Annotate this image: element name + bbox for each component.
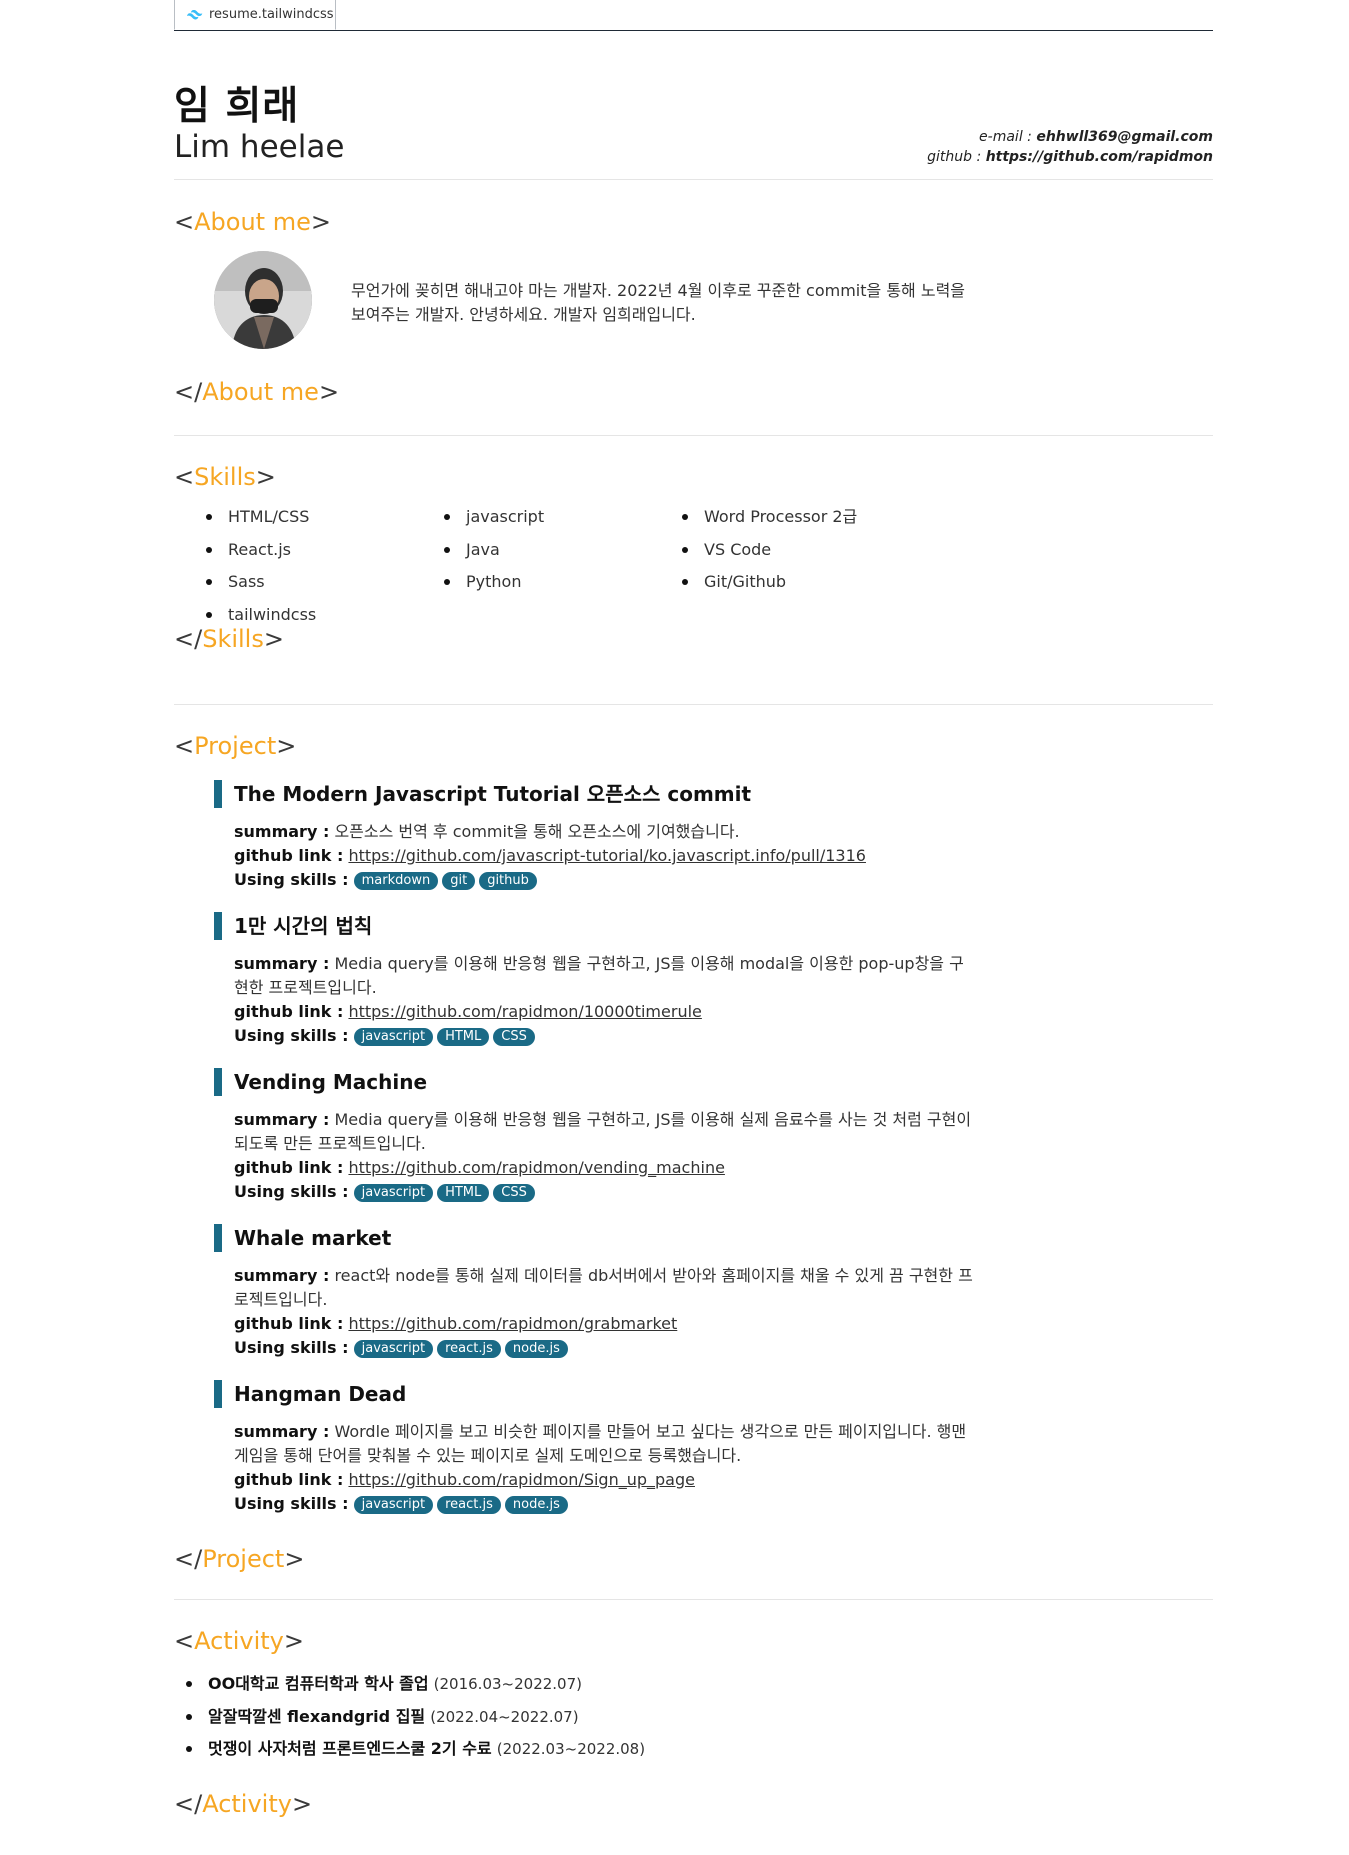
email-value[interactable]: ehhwll369@gmail.com bbox=[1036, 129, 1213, 145]
skill-item: VS Code bbox=[681, 539, 857, 572]
project-summary: summary : react와 node를 통해 실제 데이터를 db서버에서… bbox=[234, 1266, 973, 1309]
skill-chip: markdown bbox=[353, 871, 439, 890]
project-github-link[interactable]: https://github.com/rapidmon/10000timerul… bbox=[348, 1002, 701, 1021]
project-title: The Modern Javascript Tutorial 오픈소스 comm… bbox=[214, 780, 974, 808]
skill-chip: HTML bbox=[437, 1027, 490, 1046]
project-github: github link : https://github.com/rapidmo… bbox=[234, 1314, 678, 1333]
resume-page: resume.tailwindcss 임 희래 Lim heelae e-mai… bbox=[174, 0, 1213, 1820]
skills-section: <Skills> HTML/CSS React.js Sass tailwind… bbox=[174, 436, 1213, 705]
project-title: Hangman Dead bbox=[214, 1380, 974, 1408]
name-english: Lim heelae bbox=[174, 129, 345, 165]
project-item: The Modern Javascript Tutorial 오픈소스 comm… bbox=[214, 780, 974, 892]
email-label: e-mail : bbox=[979, 129, 1032, 145]
activity-item: 멋쟁이 사자처럼 프론트엔드스쿨 2기 수료 (2022.03~2022.08) bbox=[185, 1738, 645, 1771]
skill-chip: node.js bbox=[504, 1339, 568, 1358]
project-github-link[interactable]: https://github.com/javascript-tutorial/k… bbox=[348, 846, 866, 865]
github-line: github : https://github.com/rapidmon bbox=[927, 147, 1213, 167]
project-skills: Using skills : javascript HTML CSS bbox=[234, 1024, 974, 1048]
activity-section: <Activity> OO대학교 컴퓨터학과 학사 졸업 (2016.03~20… bbox=[174, 1600, 1213, 1820]
profile-avatar bbox=[214, 251, 312, 349]
project-github-link[interactable]: https://github.com/rapidmon/vending_mach… bbox=[348, 1158, 724, 1177]
project-github-link[interactable]: https://github.com/rapidmon/grabmarket bbox=[348, 1314, 677, 1333]
project-close-tag: </Project> bbox=[174, 1545, 305, 1573]
skill-chip: node.js bbox=[504, 1495, 568, 1514]
activity-item: OO대학교 컴퓨터학과 학사 졸업 (2016.03~2022.07) bbox=[185, 1673, 645, 1706]
github-value[interactable]: https://github.com/rapidmon bbox=[986, 149, 1213, 165]
skill-chip: HTML bbox=[437, 1183, 490, 1202]
name-korean: 임 희래 bbox=[174, 84, 300, 129]
project-skills: Using skills : javascript react.js node.js bbox=[234, 1492, 974, 1516]
skill-item: HTML/CSS bbox=[205, 506, 316, 539]
project-summary: summary : Media query를 이용해 반응형 웹을 구현하고, … bbox=[234, 1110, 972, 1153]
tab-resume[interactable]: resume.tailwindcss bbox=[174, 0, 336, 30]
project-github: github link : https://github.com/rapidmo… bbox=[234, 1158, 725, 1177]
activity-list: OO대학교 컴퓨터학과 학사 졸업 (2016.03~2022.07) 알잘딱깔… bbox=[185, 1673, 645, 1771]
project-title: 1만 시간의 법칙 bbox=[214, 912, 974, 940]
project-item: Whale market summary : react와 node를 통해 실… bbox=[214, 1224, 974, 1360]
project-github-link[interactable]: https://github.com/rapidmon/Sign_up_page bbox=[348, 1470, 695, 1489]
project-item: Vending Machine summary : Media query를 이… bbox=[214, 1068, 974, 1204]
project-github: github link : https://github.com/javascr… bbox=[234, 846, 866, 865]
project-skills: Using skills : javascript HTML CSS bbox=[234, 1180, 974, 1204]
email-line: e-mail : ehhwll369@gmail.com bbox=[927, 127, 1213, 147]
skills-open-tag: <Skills> bbox=[174, 463, 276, 491]
skill-chip: javascript bbox=[353, 1495, 434, 1514]
project-open-tag: <Project> bbox=[174, 732, 297, 760]
project-title: Vending Machine bbox=[214, 1068, 974, 1096]
skills-column-1: HTML/CSS React.js Sass tailwindcss bbox=[194, 506, 316, 636]
project-skills: Using skills : markdown git github bbox=[234, 868, 974, 892]
project-title: Whale market bbox=[214, 1224, 974, 1252]
project-github: github link : https://github.com/rapidmo… bbox=[234, 1470, 695, 1489]
activity-item: 알잘딱깔센 flexandgrid 집필 (2022.04~2022.07) bbox=[185, 1706, 645, 1739]
skill-chip: CSS bbox=[493, 1183, 535, 1202]
skill-item: React.js bbox=[205, 539, 316, 572]
skill-chip: react.js bbox=[437, 1339, 501, 1358]
project-summary: summary : Wordle 페이지를 보고 비슷한 페이지를 만들어 보고… bbox=[234, 1422, 967, 1465]
skill-item: Git/Github bbox=[681, 571, 857, 604]
person-icon bbox=[214, 251, 312, 349]
skill-chip: react.js bbox=[437, 1495, 501, 1514]
skill-chip: javascript bbox=[353, 1027, 434, 1046]
tailwind-logo-icon bbox=[187, 9, 203, 19]
project-summary: summary : Media query를 이용해 반응형 웹을 구현하고, … bbox=[234, 954, 964, 997]
skill-chip: github bbox=[479, 871, 537, 890]
skill-item: Sass bbox=[205, 571, 316, 604]
contact-info: e-mail : ehhwll369@gmail.com github : ht… bbox=[927, 127, 1213, 167]
about-close-tag: </About me> bbox=[174, 378, 340, 406]
skill-chip: javascript bbox=[353, 1183, 434, 1202]
skill-item: Java bbox=[443, 539, 544, 572]
project-item: Hangman Dead summary : Wordle 페이지를 보고 비슷… bbox=[214, 1380, 974, 1516]
skill-item: Word Processor 2급 bbox=[681, 506, 857, 539]
project-summary: summary : 오픈소스 번역 후 commit을 통해 오픈소스에 기여했… bbox=[234, 822, 740, 841]
resume-header: 임 희래 Lim heelae e-mail : ehhwll369@gmail… bbox=[174, 31, 1213, 180]
skills-close-tag: </Skills> bbox=[174, 625, 284, 653]
skill-chip: CSS bbox=[493, 1027, 535, 1046]
browser-tab-bar: resume.tailwindcss bbox=[174, 0, 1213, 31]
activity-close-tag: </Activity> bbox=[174, 1790, 313, 1818]
about-open-tag: <About me> bbox=[174, 208, 331, 236]
project-github: github link : https://github.com/rapidmo… bbox=[234, 1002, 702, 1021]
skill-chip: git bbox=[442, 871, 476, 890]
skill-item: javascript bbox=[443, 506, 544, 539]
about-description: 무언가에 꽂히면 해내고야 마는 개발자. 2022년 4월 이후로 꾸준한 c… bbox=[351, 281, 966, 324]
activity-open-tag: <Activity> bbox=[174, 1627, 304, 1655]
skill-chip: javascript bbox=[353, 1339, 434, 1358]
project-skills: Using skills : javascript react.js node.js bbox=[234, 1336, 974, 1360]
skills-column-2: javascript Java Python bbox=[432, 506, 544, 604]
project-section: <Project> The Modern Javascript Tutorial… bbox=[174, 705, 1213, 1600]
github-label: github : bbox=[927, 149, 982, 165]
about-section: <About me> 무언가에 꽂히면 해내고야 마는 개발자. 2022년 4… bbox=[174, 180, 1213, 436]
tab-title: resume.tailwindcss bbox=[209, 7, 334, 22]
skill-item: Python bbox=[443, 571, 544, 604]
project-item: 1만 시간의 법칙 summary : Media query를 이용해 반응형… bbox=[214, 912, 974, 1048]
skills-column-3: Word Processor 2급 VS Code Git/Github bbox=[670, 506, 857, 604]
